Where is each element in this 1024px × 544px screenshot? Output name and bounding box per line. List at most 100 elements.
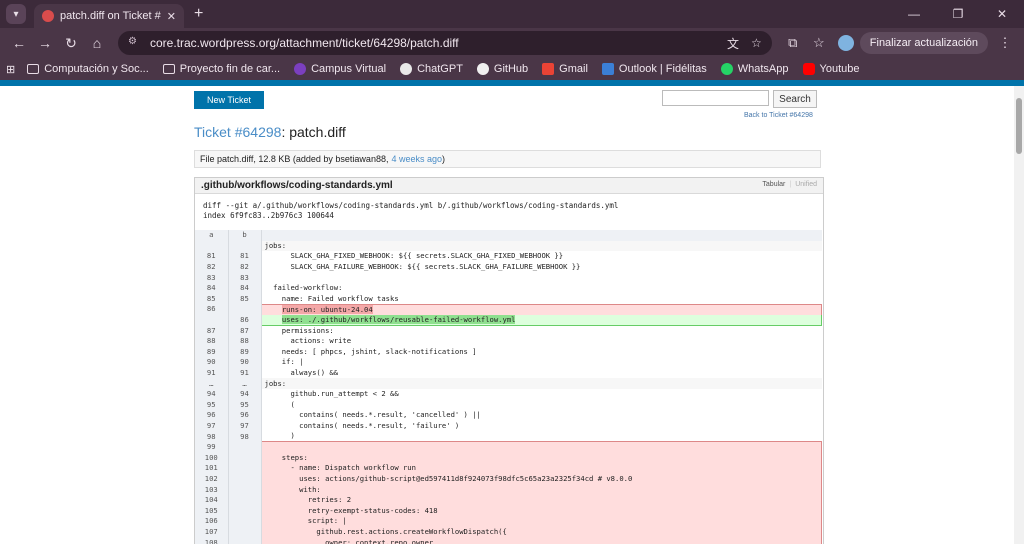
line-number-a: 87 bbox=[195, 325, 229, 336]
code-line: - name: Dispatch workflow run bbox=[260, 463, 822, 474]
back-arrow-icon[interactable]: ← bbox=[6, 35, 32, 51]
translate-icon[interactable]: 文 bbox=[727, 35, 739, 52]
code-line: script: | bbox=[260, 516, 822, 527]
scrollbar-thumb[interactable] bbox=[1016, 98, 1022, 154]
top-strip bbox=[0, 80, 1024, 86]
diff-row: 88 88 actions: write bbox=[195, 335, 822, 347]
line-number-a bbox=[195, 240, 229, 252]
outlook-icon bbox=[601, 63, 614, 75]
search-button[interactable]: Search bbox=[773, 90, 817, 108]
line-number-b: 85 bbox=[228, 293, 262, 305]
line-number-b bbox=[228, 473, 262, 485]
back-to-ticket-link[interactable]: Back to Ticket #64298 bbox=[744, 112, 813, 119]
github-icon bbox=[476, 63, 489, 75]
bookmark-item[interactable]: ChatGPT bbox=[400, 63, 463, 75]
line-number-b bbox=[228, 505, 262, 517]
search-input[interactable] bbox=[662, 90, 769, 106]
view-modes: Tabular | Unified bbox=[762, 181, 817, 188]
line-number-b bbox=[228, 441, 262, 453]
diff-row: …… jobs: bbox=[195, 378, 822, 389]
line-number-b: 98 bbox=[228, 431, 262, 442]
diff-row: 84 84 failed-workflow: bbox=[195, 282, 822, 294]
diff-row: 108 owner: context.repo.owner, bbox=[195, 537, 822, 544]
line-number-a: 102 bbox=[195, 473, 229, 485]
diff-row: 83 83 bbox=[195, 272, 822, 283]
line-number-a: … bbox=[195, 378, 229, 389]
address-bar[interactable]: ⚙ core.trac.wordpress.org/attachment/tic… bbox=[118, 31, 772, 55]
line-number-a: 89 bbox=[195, 346, 229, 358]
file-info-text: File patch.diff, 12.8 KB (added by bseti… bbox=[200, 154, 389, 164]
line-number-a: 108 bbox=[195, 537, 229, 544]
minimize-icon[interactable]: — bbox=[892, 7, 936, 21]
bookmark-label: Youtube bbox=[819, 63, 860, 75]
bookmark-label: Proyecto fin de car... bbox=[179, 63, 281, 75]
profile-avatar[interactable] bbox=[837, 35, 854, 51]
bookmark-folder[interactable]: Computación y Soc... bbox=[27, 63, 149, 75]
home-icon[interactable]: ⌂ bbox=[84, 35, 110, 51]
diff-row: 97 97 contains( needs.*.result, 'failure'… bbox=[195, 420, 822, 432]
tabular-view-link[interactable]: Tabular bbox=[762, 181, 785, 188]
code-line: actions: write bbox=[261, 335, 822, 347]
diff-row: 91 91 always() && bbox=[195, 367, 822, 379]
ticket-link[interactable]: Ticket #64298 bbox=[194, 124, 281, 140]
line-number-b: 95 bbox=[228, 399, 262, 411]
line-number-a: 88 bbox=[195, 335, 229, 347]
browser-tab[interactable]: patch.diff on Ticket #64298 – A ✕ bbox=[34, 4, 184, 28]
diff-table: a b jobs: 81 81 SLACK_GHA_FIXED_WEBHOOK: $… bbox=[195, 230, 822, 544]
page-content: New Ticket Search Back to Ticket #64298 … bbox=[0, 80, 1024, 544]
bookmark-label: Outlook | Fidélitas bbox=[618, 63, 707, 75]
diff-row: 94 94 github.run_attempt < 2 && bbox=[195, 388, 822, 400]
line-number-a: 105 bbox=[195, 505, 229, 517]
new-tab-icon[interactable]: + bbox=[194, 5, 203, 23]
code-line: SLACK_GHA_FIXED_WEBHOOK: ${{ secrets.SLA… bbox=[261, 251, 822, 262]
unified-view-link[interactable]: Unified bbox=[795, 181, 817, 188]
diff-row: 100 steps: bbox=[195, 452, 822, 464]
bookmark-item[interactable]: Campus Virtual bbox=[294, 63, 386, 75]
window-controls: — ❐ ✕ bbox=[892, 0, 1024, 28]
bookmarks-star-icon[interactable]: ☆ bbox=[806, 35, 832, 51]
extensions-icon[interactable]: ⧉ bbox=[780, 35, 806, 51]
new-ticket-button[interactable]: New Ticket bbox=[194, 91, 265, 109]
close-tab-icon[interactable]: ✕ bbox=[167, 10, 176, 23]
bookmark-item[interactable]: Gmail bbox=[542, 63, 588, 75]
site-info-icon[interactable]: ⚙ bbox=[128, 36, 142, 50]
reload-icon[interactable]: ↻ bbox=[58, 35, 84, 52]
code-line: steps: bbox=[260, 452, 822, 464]
folder-icon bbox=[162, 64, 175, 74]
tab-search-button[interactable]: ▾ bbox=[6, 4, 26, 24]
col-code-header bbox=[261, 230, 822, 241]
diff-row: 107 github.rest.actions.createWorkflowDi… bbox=[195, 526, 822, 538]
line-number-b bbox=[228, 484, 262, 495]
bookmark-item[interactable]: Outlook | Fidélitas bbox=[601, 63, 707, 75]
bookmark-star-icon[interactable]: ☆ bbox=[751, 36, 762, 50]
file-info-close: ) bbox=[442, 154, 446, 164]
title-filename: : patch.diff bbox=[281, 124, 346, 140]
diff-row: 87 87 permissions: bbox=[195, 325, 822, 336]
forward-arrow-icon[interactable]: → bbox=[32, 35, 58, 51]
menu-kebab-icon[interactable]: ⋮ bbox=[992, 35, 1018, 51]
page-scrollbar[interactable] bbox=[1014, 86, 1024, 544]
code-line: contains( needs.*.result, 'cancelled' ) … bbox=[261, 410, 822, 421]
bookmark-label: GitHub bbox=[493, 63, 529, 75]
bookmark-item[interactable]: WhatsApp bbox=[720, 63, 789, 75]
bookmark-item[interactable]: GitHub bbox=[476, 63, 529, 75]
folder-icon bbox=[27, 64, 40, 74]
update-button[interactable]: Finalizar actualización bbox=[859, 32, 988, 54]
diff-row: 81 81 SLACK_GHA_FIXED_WEBHOOK: ${{ secret… bbox=[195, 251, 822, 262]
bookmark-item[interactable]: Youtube bbox=[802, 63, 860, 75]
bookmark-label: Gmail bbox=[559, 63, 588, 75]
line-number-a: 107 bbox=[195, 526, 229, 538]
line-number-a: 90 bbox=[195, 357, 229, 368]
browser-toolbar: ← → ↻ ⌂ ⚙ core.trac.wordpress.org/attach… bbox=[0, 28, 1024, 58]
file-age-link[interactable]: 4 weeks ago bbox=[391, 154, 442, 164]
code-line: uses: ./.github/workflows/reusable-faile… bbox=[260, 314, 822, 326]
close-window-icon[interactable]: ✕ bbox=[980, 7, 1024, 21]
url-text[interactable]: core.trac.wordpress.org/attachment/ticke… bbox=[150, 36, 715, 50]
restore-icon[interactable]: ❐ bbox=[936, 7, 980, 21]
line-number-b: 87 bbox=[228, 325, 262, 336]
diff-container: .github/workflows/coding-standards.yml T… bbox=[194, 177, 824, 544]
apps-grid-icon[interactable]: ⊞ bbox=[6, 63, 15, 76]
line-number-b bbox=[228, 537, 262, 544]
line-number-b: 84 bbox=[228, 282, 262, 294]
bookmark-folder[interactable]: Proyecto fin de car... bbox=[162, 63, 281, 75]
